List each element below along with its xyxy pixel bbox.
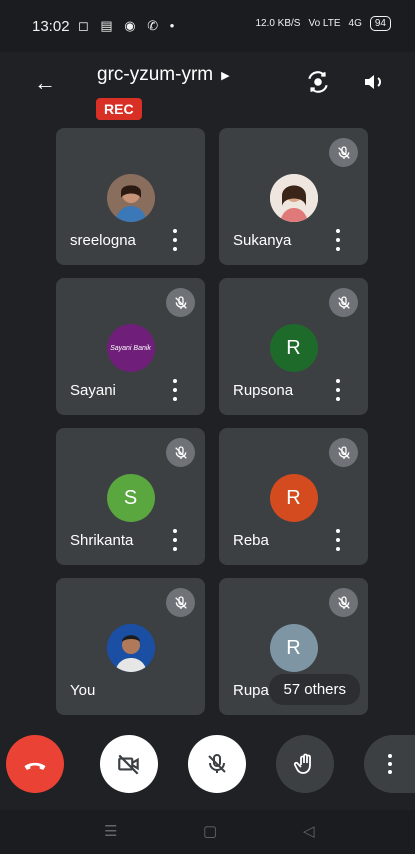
participant-tile[interactable]: Sayani Banik Sayani [56,278,205,415]
avatar-initial: S [123,486,138,509]
notification-icons: ◻ ▤ ◉ ✆ • [78,18,179,33]
switch-camera-icon[interactable] [302,66,334,98]
speaker-icon[interactable] [358,66,390,98]
more-vert-icon [388,754,392,774]
more-vert-icon[interactable] [167,529,183,551]
back-triangle-icon[interactable]: ◁ [303,822,315,840]
mic-off-icon [166,288,195,317]
status-time: 13:02 [32,18,70,35]
call-controls [0,735,415,795]
more-vert-icon[interactable] [330,229,346,251]
end-call-icon [24,762,46,770]
status-bar: 13:02 ◻ ▤ ◉ ✆ • 12.0 KB/S Vo LTE 4G 94 [0,0,415,52]
participant-tile[interactable]: Sukanya [219,128,368,265]
mic-toggle-button[interactable] [188,735,246,793]
mic-off-icon [166,588,195,617]
avatar [106,174,155,222]
mic-off-icon [166,438,195,467]
mic-off-icon [329,438,358,467]
home-icon[interactable]: ▢ [203,822,217,840]
avatar: R [269,324,318,372]
participant-name: Sukanya [233,232,292,249]
caret-right-icon: ▶ [221,69,230,82]
participant-name: sreelogna [70,232,136,249]
participant-tile[interactable]: You [56,578,205,715]
mic-off-icon [208,754,226,773]
others-count-chip[interactable]: 57 others [269,674,360,705]
avatar: R [269,624,318,672]
avatar [269,174,318,222]
status-indicators: 12.0 KB/S Vo LTE 4G 94 [255,16,391,31]
avatar: R [269,474,318,522]
participant-name: Reba [233,532,269,549]
volte-indicator: Vo LTE [308,18,341,29]
raise-hand-button[interactable] [276,735,334,793]
back-arrow-icon[interactable]: ← [34,70,56,96]
participant-name: Rupsona [233,382,294,399]
avatar-initial: R [286,636,301,659]
participant-name: Shrikanta [70,532,134,549]
avatar-initial: R [286,486,301,509]
participant-tile[interactable]: sreelogna [56,128,205,265]
avatar [106,624,155,672]
signal-indicator: 4G [348,18,362,29]
participant-tile[interactable]: R Rupsona [219,278,368,415]
participant-tile[interactable]: R Reba [219,428,368,565]
avatar-initial: R [286,336,301,359]
avatar: Sayani Banik [106,324,155,372]
hand-icon [293,753,311,774]
participant-tile[interactable]: R Rupa 57 others [219,578,368,715]
camera-off-icon [118,754,139,775]
more-vert-icon[interactable] [167,229,183,251]
mic-off-icon [329,138,358,167]
participant-name: Sayani [70,382,116,399]
net-speed: 12.0 KB/S [255,18,301,29]
participant-tile[interactable]: S Shrikanta [56,428,205,565]
system-nav-bar: ☰ ▢ ◁ [0,810,415,854]
avatar-logo-text: Sayani Banik [110,344,151,352]
avatar: S [106,474,155,522]
meeting-code: grc-yzum-yrm [97,64,214,85]
mic-off-icon [329,288,358,317]
more-vert-icon[interactable] [330,379,346,401]
menu-icon[interactable]: ☰ [104,822,117,840]
more-vert-icon[interactable] [167,379,183,401]
end-call-button[interactable] [6,735,64,793]
camera-toggle-button[interactable] [100,735,158,793]
meeting-header: ← grc-yzum-yrm ▶ REC [0,52,415,124]
participant-name: Rupa [233,682,269,699]
mic-off-icon [329,588,358,617]
participant-name: You [70,682,96,699]
battery-indicator: 94 [369,16,391,31]
recording-badge: REC [96,98,142,120]
more-vert-icon[interactable] [330,529,346,551]
more-options-button[interactable] [364,735,415,793]
meeting-code-button[interactable]: grc-yzum-yrm ▶ [97,64,230,86]
